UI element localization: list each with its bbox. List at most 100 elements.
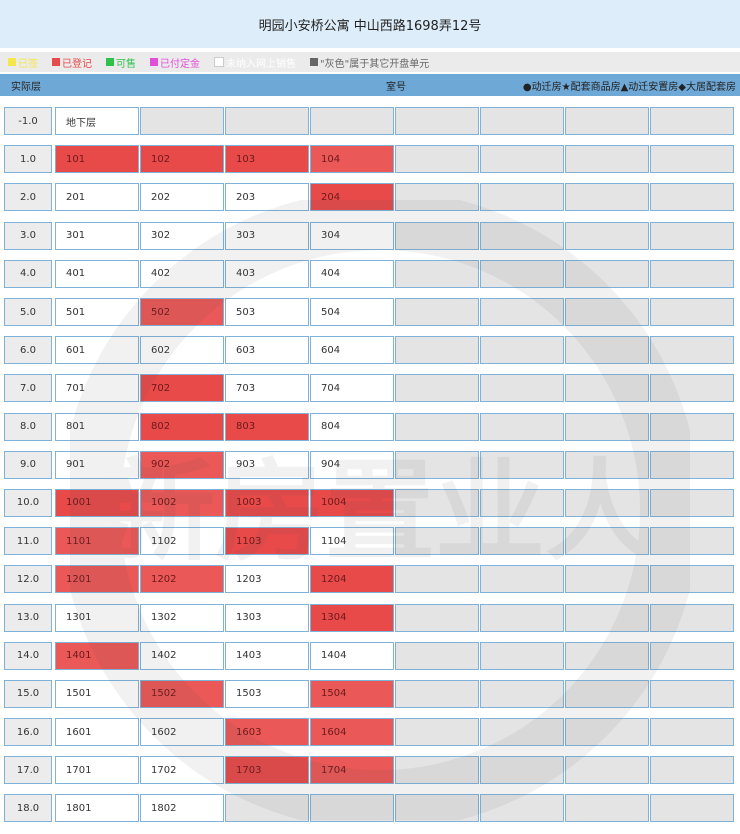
room-cell[interactable]: 401 bbox=[55, 259, 139, 288]
room-cell[interactable]: 901 bbox=[55, 450, 139, 479]
room-cell[interactable]: 1702 bbox=[140, 756, 224, 785]
room-cell[interactable]: 1102 bbox=[140, 527, 224, 556]
room-cell[interactable]: 402 bbox=[140, 259, 224, 288]
room-cell[interactable]: 1202 bbox=[140, 565, 224, 594]
room-cell[interactable]: 1002 bbox=[140, 488, 224, 517]
empty-room-cell bbox=[480, 107, 564, 136]
room-cell[interactable]: 804 bbox=[310, 412, 394, 441]
empty-room-cell bbox=[480, 718, 564, 747]
room-cell[interactable]: 1001 bbox=[55, 488, 139, 517]
room-cell[interactable]: 904 bbox=[310, 450, 394, 479]
room-cell[interactable]: 1003 bbox=[225, 488, 309, 517]
floor-row: 3.0 301 302 303 304 bbox=[0, 217, 740, 255]
room-cell[interactable]: 1404 bbox=[310, 641, 394, 670]
room-cell[interactable]: 1103 bbox=[225, 527, 309, 556]
floor-row: -1.0 地下层 bbox=[0, 102, 740, 140]
legend-item: 已签 bbox=[8, 55, 38, 70]
empty-room-cell bbox=[650, 298, 734, 327]
room-cell[interactable]: 204 bbox=[310, 183, 394, 212]
room-cell[interactable]: 403 bbox=[225, 259, 309, 288]
floor-row: 8.0 801 802 803 804 bbox=[0, 408, 740, 446]
room-cell[interactable]: 104 bbox=[310, 145, 394, 174]
floor-label: -1.0 bbox=[4, 107, 52, 136]
room-cell[interactable]: 903 bbox=[225, 450, 309, 479]
room-cell[interactable]: 1302 bbox=[140, 603, 224, 632]
room-cell[interactable]: 1402 bbox=[140, 641, 224, 670]
room-cell[interactable]: 201 bbox=[55, 183, 139, 212]
room-cell[interactable]: 1501 bbox=[55, 679, 139, 708]
floor-label: 3.0 bbox=[4, 221, 52, 250]
empty-room-cell bbox=[480, 565, 564, 594]
room-cell[interactable]: 1503 bbox=[225, 679, 309, 708]
room-cell[interactable]: 1403 bbox=[225, 641, 309, 670]
room-cell[interactable]: 1304 bbox=[310, 603, 394, 632]
room-cell[interactable]: 1502 bbox=[140, 679, 224, 708]
legend-swatch bbox=[52, 58, 60, 66]
room-cell[interactable]: 301 bbox=[55, 221, 139, 250]
room-cell[interactable]: 202 bbox=[140, 183, 224, 212]
room-cell[interactable]: 1204 bbox=[310, 565, 394, 594]
room-cell[interactable]: 704 bbox=[310, 374, 394, 403]
room-cell[interactable]: 1601 bbox=[55, 718, 139, 747]
room-cell[interactable]: 102 bbox=[140, 145, 224, 174]
room-cell[interactable]: 1201 bbox=[55, 565, 139, 594]
room-cell[interactable]: 304 bbox=[310, 221, 394, 250]
room-cell[interactable]: 1504 bbox=[310, 679, 394, 708]
empty-room-cell bbox=[565, 336, 649, 365]
empty-room-cell bbox=[565, 641, 649, 670]
room-cell[interactable]: 1801 bbox=[55, 794, 139, 823]
room-cell[interactable]: 1703 bbox=[225, 756, 309, 785]
empty-room-cell bbox=[480, 488, 564, 517]
room-cell[interactable]: 703 bbox=[225, 374, 309, 403]
legend-item: 已登记 bbox=[52, 55, 92, 70]
empty-room-cell bbox=[650, 336, 734, 365]
room-cell[interactable]: 1004 bbox=[310, 488, 394, 517]
room-cell[interactable]: 303 bbox=[225, 221, 309, 250]
floor-row: 5.0 501 502 503 504 bbox=[0, 293, 740, 331]
room-cell[interactable]: 1802 bbox=[140, 794, 224, 823]
room-cell[interactable]: 1104 bbox=[310, 527, 394, 556]
empty-room-cell bbox=[480, 221, 564, 250]
room-cell[interactable]: 1301 bbox=[55, 603, 139, 632]
floor-label: 4.0 bbox=[4, 259, 52, 288]
room-cell[interactable]: 601 bbox=[55, 336, 139, 365]
room-cell[interactable]: 1603 bbox=[225, 718, 309, 747]
room-cell[interactable]: 602 bbox=[140, 336, 224, 365]
empty-room-cell bbox=[650, 221, 734, 250]
empty-room-cell bbox=[650, 679, 734, 708]
room-cell[interactable]: 101 bbox=[55, 145, 139, 174]
room-cell[interactable]: 404 bbox=[310, 259, 394, 288]
empty-room-cell bbox=[480, 450, 564, 479]
room-cell[interactable]: 902 bbox=[140, 450, 224, 479]
room-cell[interactable]: 302 bbox=[140, 221, 224, 250]
empty-room-cell bbox=[565, 107, 649, 136]
room-cell[interactable]: 1604 bbox=[310, 718, 394, 747]
empty-room-cell bbox=[395, 527, 479, 556]
floor-row: 16.0 1601 1602 1603 1604 bbox=[0, 713, 740, 751]
room-cell[interactable]: 803 bbox=[225, 412, 309, 441]
room-cell[interactable]: 501 bbox=[55, 298, 139, 327]
room-cell[interactable]: 103 bbox=[225, 145, 309, 174]
room-cell[interactable]: 502 bbox=[140, 298, 224, 327]
room-cell[interactable]: 1303 bbox=[225, 603, 309, 632]
room-cell[interactable]: 1203 bbox=[225, 565, 309, 594]
floor-label: 18.0 bbox=[4, 794, 52, 823]
floor-row: 10.0 1001 1002 1003 1004 bbox=[0, 484, 740, 522]
room-cell[interactable]: 1101 bbox=[55, 527, 139, 556]
room-cell[interactable]: 1401 bbox=[55, 641, 139, 670]
empty-room-cell bbox=[565, 145, 649, 174]
room-cell[interactable]: 604 bbox=[310, 336, 394, 365]
room-cell[interactable]: 504 bbox=[310, 298, 394, 327]
room-cell[interactable]: 701 bbox=[55, 374, 139, 403]
room-cell[interactable]: 1701 bbox=[55, 756, 139, 785]
room-cell[interactable]: 801 bbox=[55, 412, 139, 441]
floor-label: 16.0 bbox=[4, 718, 52, 747]
room-cell[interactable]: 603 bbox=[225, 336, 309, 365]
room-cell[interactable]: 1602 bbox=[140, 718, 224, 747]
room-cell[interactable]: 802 bbox=[140, 412, 224, 441]
room-cell[interactable]: 1704 bbox=[310, 756, 394, 785]
room-cell[interactable]: 地下层 bbox=[55, 107, 139, 136]
room-cell[interactable]: 203 bbox=[225, 183, 309, 212]
room-cell[interactable]: 503 bbox=[225, 298, 309, 327]
room-cell[interactable]: 702 bbox=[140, 374, 224, 403]
